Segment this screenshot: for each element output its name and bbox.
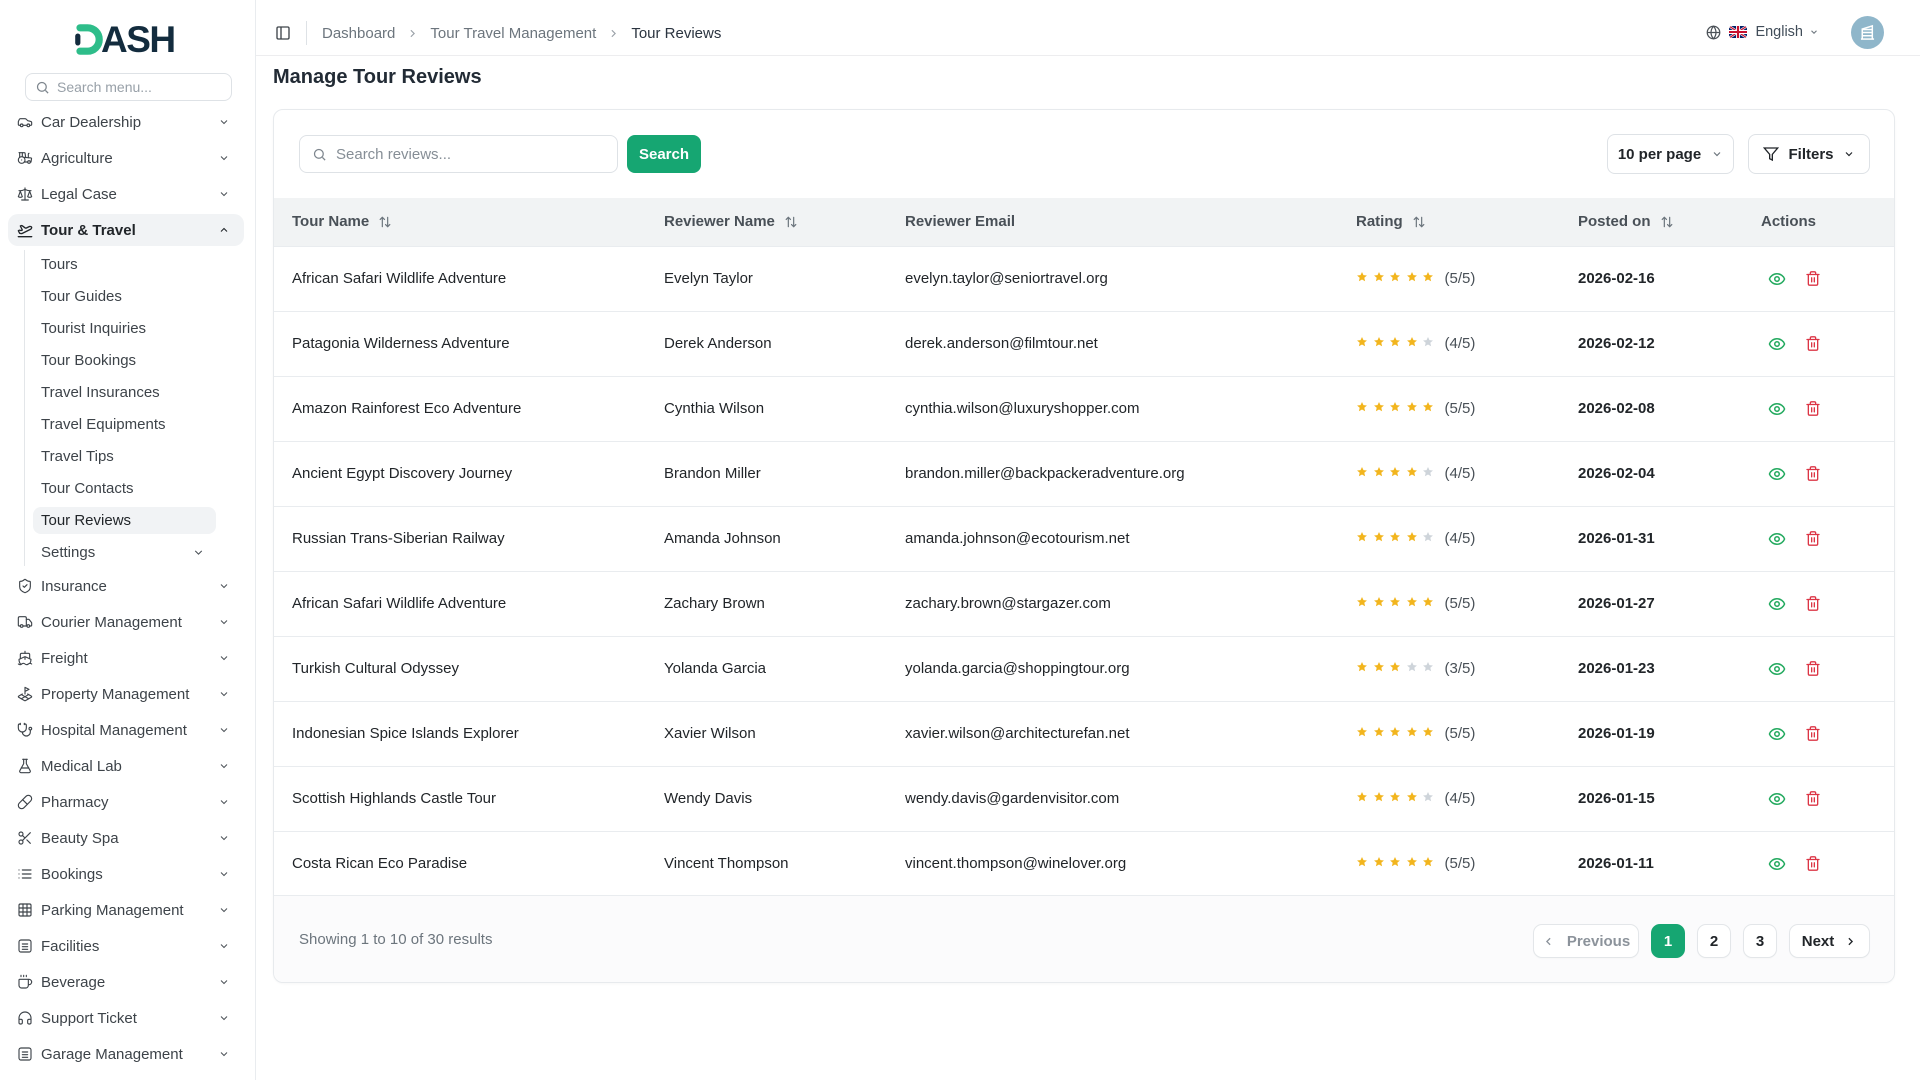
svg-text:ASH: ASH	[101, 21, 175, 59]
